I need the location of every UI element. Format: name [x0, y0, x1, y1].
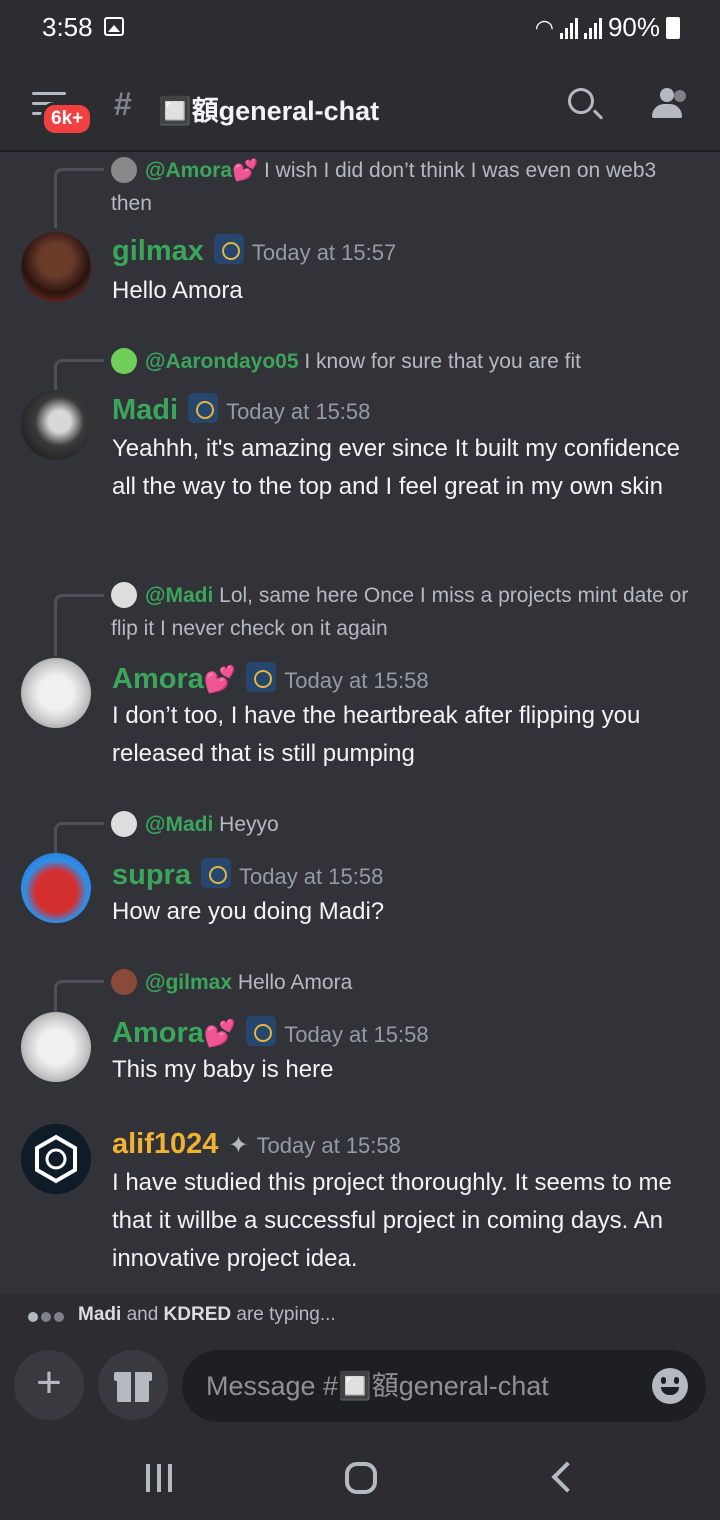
gallery-notification-icon [104, 17, 124, 36]
channel-title[interactable]: 🔲額general-chat [158, 89, 379, 128]
avatar[interactable] [21, 658, 91, 728]
recent-apps-icon[interactable] [146, 1464, 176, 1494]
notification-badge: 6k+ [41, 102, 94, 136]
username[interactable]: Amora💕 Today at 15:58 [112, 662, 429, 696]
reply-avatar [111, 157, 137, 183]
username[interactable]: Amora💕 Today at 15:58 [112, 1016, 429, 1050]
heart-emoji-icon: 💕 [203, 1018, 237, 1048]
message-text: Hello Amora [112, 277, 243, 304]
reply-connector [54, 980, 104, 1012]
timestamp: Today at 15:58 [284, 1022, 429, 1047]
username[interactable]: alif1024 ✦ Today at 15:58 [112, 1128, 401, 1161]
timestamp: Today at 15:57 [251, 240, 397, 265]
timestamp: Today at 15:58 [238, 864, 384, 889]
reply-avatar [111, 969, 137, 995]
message-text: I have studied this project thoroughly. … [112, 1169, 672, 1272]
reply-avatar [111, 811, 137, 837]
wifi-icon: ◠ [534, 14, 554, 40]
timestamp: Today at 15:58 [284, 668, 429, 693]
status-indicators: ◠ 90% [535, 12, 680, 43]
reply-preview[interactable]: @Madi Lol, same here Once I miss a proje… [111, 579, 692, 645]
heart-emoji-icon: 💕 [203, 664, 237, 694]
status-bar: 3:58 ◠ 90% [0, 0, 720, 56]
avatar[interactable] [21, 853, 91, 923]
reply-avatar [111, 348, 137, 374]
typing-dots-icon [28, 1309, 67, 1327]
battery-icon [666, 16, 680, 39]
gift-icon[interactable] [98, 1350, 168, 1420]
signal-icon [583, 17, 602, 39]
timestamp: Today at 15:58 [226, 399, 371, 424]
plus-icon[interactable]: + [14, 1350, 84, 1420]
reply-preview[interactable]: @Aarondayo05 I know for sure that you ar… [111, 345, 692, 378]
message-text: I don’t too, I have the heartbreak after… [112, 702, 641, 767]
passport-icon [246, 662, 277, 692]
home-icon[interactable] [345, 1462, 377, 1494]
typing-text: Madi and KDRED are typing... [78, 1304, 336, 1325]
search-icon[interactable] [568, 88, 594, 114]
username[interactable]: gilmax Today at 15:57 [112, 234, 396, 268]
system-navbar [0, 1442, 720, 1520]
message-composer: + [0, 1336, 720, 1442]
back-icon[interactable] [551, 1461, 583, 1493]
hexagon-logo-icon [35, 1134, 77, 1184]
reply-connector [54, 822, 104, 854]
message-text: Yeahhh, it's amazing ever since It built… [112, 435, 681, 500]
typing-indicator: Madi and KDRED are typing... [0, 1294, 720, 1336]
emoji-icon[interactable] [652, 1368, 688, 1404]
timestamp: Today at 15:58 [256, 1133, 401, 1158]
status-time: 3:58 [42, 12, 93, 42]
passport-icon [200, 858, 231, 888]
avatar[interactable] [21, 1012, 91, 1082]
reply-preview[interactable]: @Madi Heyyo [111, 808, 692, 841]
message-input[interactable] [182, 1350, 706, 1422]
members-icon[interactable] [650, 88, 690, 120]
hash-lock-icon: # [114, 86, 132, 122]
message-text: This my baby is here [112, 1056, 334, 1083]
astronaut-icon: ✦ [228, 1132, 249, 1159]
passport-icon [188, 393, 219, 423]
avatar[interactable] [21, 1124, 91, 1194]
username[interactable]: supra Today at 15:58 [112, 858, 383, 892]
passport-icon [246, 1016, 277, 1046]
battery-percent: 90% [607, 12, 660, 42]
passport-icon [213, 234, 244, 264]
channel-header: 6k+ # 🔲額general-chat [0, 56, 720, 152]
reply-preview[interactable]: @Amora💕 I wish I did don’t think I was e… [111, 154, 692, 220]
avatar[interactable] [21, 232, 91, 302]
username[interactable]: Madi Today at 15:58 [112, 393, 370, 427]
reply-avatar [111, 582, 137, 608]
message-text: How are you doing Madi? [112, 898, 385, 925]
avatar[interactable] [21, 390, 91, 460]
reply-connector [54, 168, 104, 228]
signal-icon [559, 17, 578, 39]
reply-preview[interactable]: @gilmax Hello Amora [111, 966, 692, 999]
reply-connector [54, 594, 104, 656]
